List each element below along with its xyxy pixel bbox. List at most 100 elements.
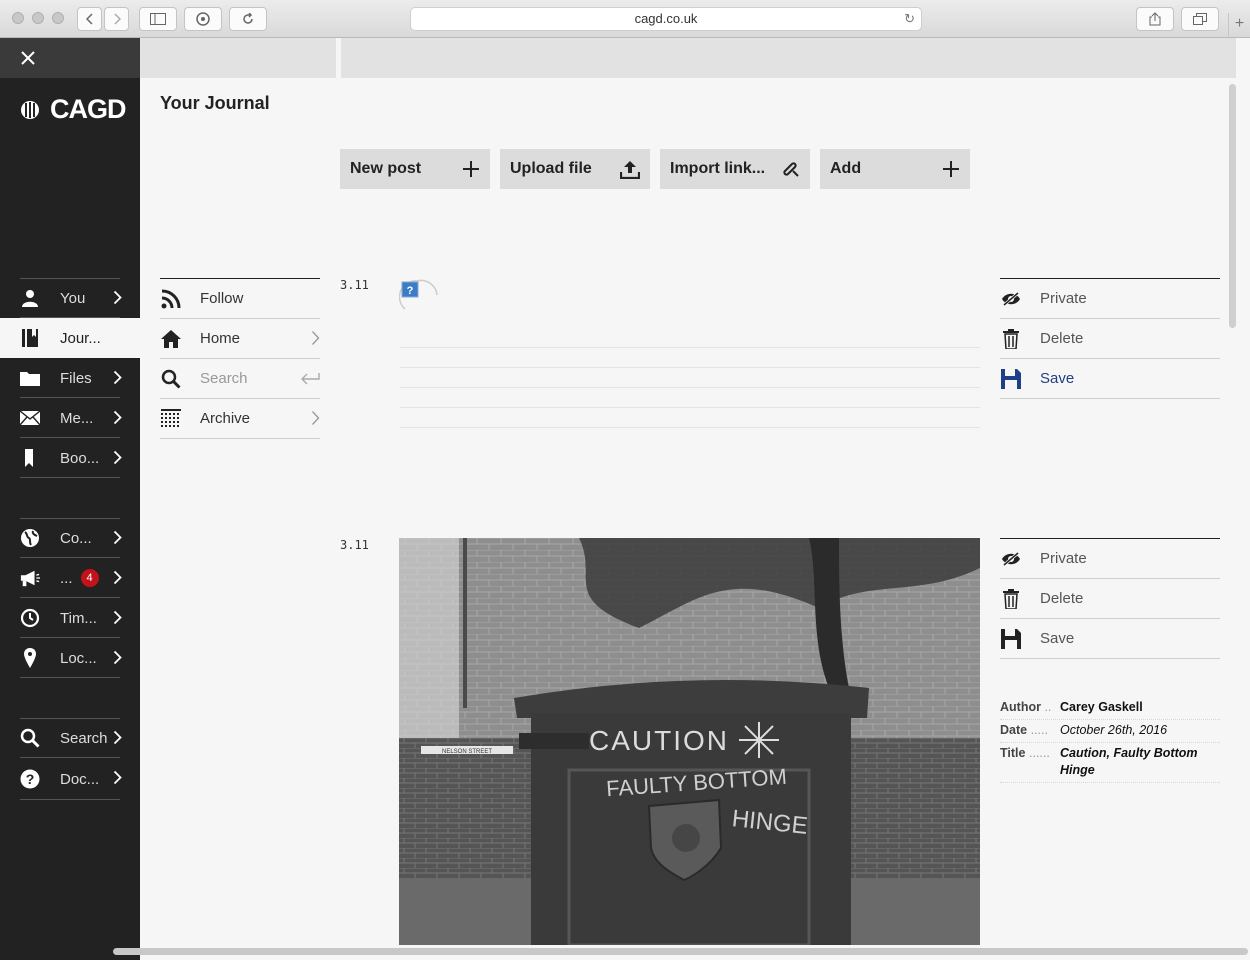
forward-button[interactable] (104, 7, 129, 31)
sidebar-item-label: Boo... (60, 449, 100, 467)
journal-menu-home[interactable]: Home (160, 319, 320, 359)
bookmark-icon (25, 449, 33, 467)
sidebar-item-files[interactable]: Files (0, 358, 140, 398)
save-button[interactable]: Save (1000, 619, 1220, 659)
search-icon (20, 728, 40, 748)
back-button[interactable] (77, 7, 102, 31)
vertical-scrollbar[interactable] (1229, 84, 1236, 328)
meta-author-label: Author (1000, 700, 1041, 714)
sidebar-item-search[interactable]: Search (0, 718, 140, 758)
chevron-right-icon (113, 570, 122, 585)
sidebar-item-community[interactable]: Co... (0, 518, 140, 558)
reload-icon (243, 13, 253, 24)
address-bar[interactable]: cagd.co.uk ↻ (410, 7, 922, 31)
sidebar-item-journal[interactable]: Jour... (0, 318, 140, 358)
eye-slash-icon (1002, 291, 1020, 306)
reload-icon[interactable]: ↻ (904, 8, 915, 30)
sidebar-nav-tools: Search ? Doc... (0, 718, 140, 800)
sidebar-item-label: Jour... (60, 329, 101, 347)
journal-icon (22, 329, 38, 347)
sidebar-item-label: Loc... (60, 649, 97, 667)
meta-date-label: Date (1000, 723, 1028, 737)
search-icon (161, 369, 181, 389)
save-label: Save (1040, 630, 1075, 647)
sidebar-nav-primary: You Jour... Files Me... Boo... (0, 278, 140, 478)
meta-author-value: Carey Gaskell (1060, 700, 1143, 714)
meta-author-row: Author .. Carey Gaskell (1000, 697, 1220, 720)
chevron-right-icon (113, 410, 122, 425)
cagd-logo-icon (21, 100, 39, 119)
meta-title-value: Caution, Faulty Bottom Hinge (1060, 745, 1220, 779)
post-actions: Private Delete Save (1000, 278, 1220, 399)
sidebar-item-label: Files (60, 369, 92, 387)
sidebar-item-announcements[interactable]: ... 4 (0, 558, 140, 598)
private-label: Private (1040, 290, 1087, 307)
plus-icon (943, 161, 959, 177)
add-label: Add (830, 160, 862, 177)
sidebar-item-time[interactable]: Tim... (0, 598, 140, 638)
new-tab-button[interactable]: + (1228, 13, 1250, 38)
chevron-right-icon (113, 450, 122, 465)
import-link-label: Import link... (670, 160, 766, 177)
rss-icon (161, 289, 181, 308)
sidebar-item-messages[interactable]: Me... (0, 398, 140, 438)
sidebar-header (0, 38, 140, 78)
new-post-button[interactable]: New post (340, 149, 490, 189)
brand-logo[interactable]: CAGD (20, 94, 126, 125)
close-icon[interactable] (20, 50, 36, 66)
window-zoom-light[interactable] (52, 12, 64, 24)
broken-image-placeholder: ? (398, 279, 439, 313)
refresh-extension-button[interactable] (229, 7, 267, 31)
sidebar-item-bookmarks[interactable]: Boo... (0, 438, 140, 478)
photo-illustration: NELSON STREET CAUTION FAULTY BOTTOM HING… (399, 538, 980, 945)
window-close-light[interactable] (12, 12, 24, 24)
post-date: 3.11 (340, 278, 369, 292)
url-text: cagd.co.uk (634, 11, 698, 26)
sidebar-nav-secondary: Co... ... 4 Tim... Loc... (0, 518, 140, 678)
journal-menu-label: Follow (200, 290, 244, 307)
eye-slash-icon (1002, 551, 1020, 566)
help-icon: ? (20, 769, 40, 789)
add-button[interactable]: Add (820, 149, 970, 189)
journal-menu-follow[interactable]: Follow (160, 279, 320, 319)
import-link-button[interactable]: Import link... (660, 149, 810, 189)
trash-icon (1003, 588, 1019, 609)
upload-file-button[interactable]: Upload file (500, 149, 650, 189)
floppy-disk-icon (1001, 628, 1021, 649)
journal-menu-archive[interactable]: Archive (160, 399, 320, 439)
notification-badge: 4 (80, 569, 99, 587)
brand-name: CAGD (50, 94, 126, 124)
window-minimize-light[interactable] (32, 12, 44, 24)
post-photo[interactable]: NELSON STREET CAUTION FAULTY BOTTOM HING… (399, 538, 980, 945)
post-body-lines[interactable] (400, 328, 980, 428)
save-label: Save (1040, 370, 1075, 387)
meta-date-value: October 26th, 2016 (1060, 723, 1168, 737)
chevron-right-icon (113, 530, 122, 545)
globe-icon (21, 529, 39, 547)
extension-button[interactable] (184, 7, 222, 31)
chevron-right-icon (113, 770, 122, 785)
horizontal-scrollbar[interactable] (113, 948, 1248, 955)
post-actions: Private Delete Save (1000, 538, 1220, 659)
location-pin-icon (24, 648, 36, 668)
content-topbar-left (140, 38, 336, 78)
meta-date-row: Date ..... October 26th, 2016 (1000, 720, 1220, 743)
tabs-overview-button[interactable] (1181, 7, 1219, 31)
caution-text: CAUTION (589, 725, 729, 756)
sidebar-item-documentation[interactable]: ? Doc... (0, 758, 140, 800)
calendar-icon (161, 408, 181, 427)
sidebar-item-you[interactable]: You (0, 278, 140, 318)
delete-button[interactable]: Delete (1000, 319, 1220, 359)
sidebar-toggle-button[interactable] (139, 7, 177, 31)
journal-menu-search[interactable]: Search (160, 359, 320, 399)
share-button[interactable] (1136, 7, 1174, 31)
chevron-right-icon (113, 290, 122, 305)
sidebar-item-location[interactable]: Loc... (0, 638, 140, 678)
delete-button[interactable]: Delete (1000, 579, 1220, 619)
private-toggle[interactable]: Private (1000, 279, 1220, 319)
private-toggle[interactable]: Private (1000, 539, 1220, 579)
save-button[interactable]: Save (1000, 359, 1220, 399)
upload-icon (620, 161, 640, 179)
home-icon (161, 329, 181, 348)
chevron-right-icon (113, 730, 122, 745)
